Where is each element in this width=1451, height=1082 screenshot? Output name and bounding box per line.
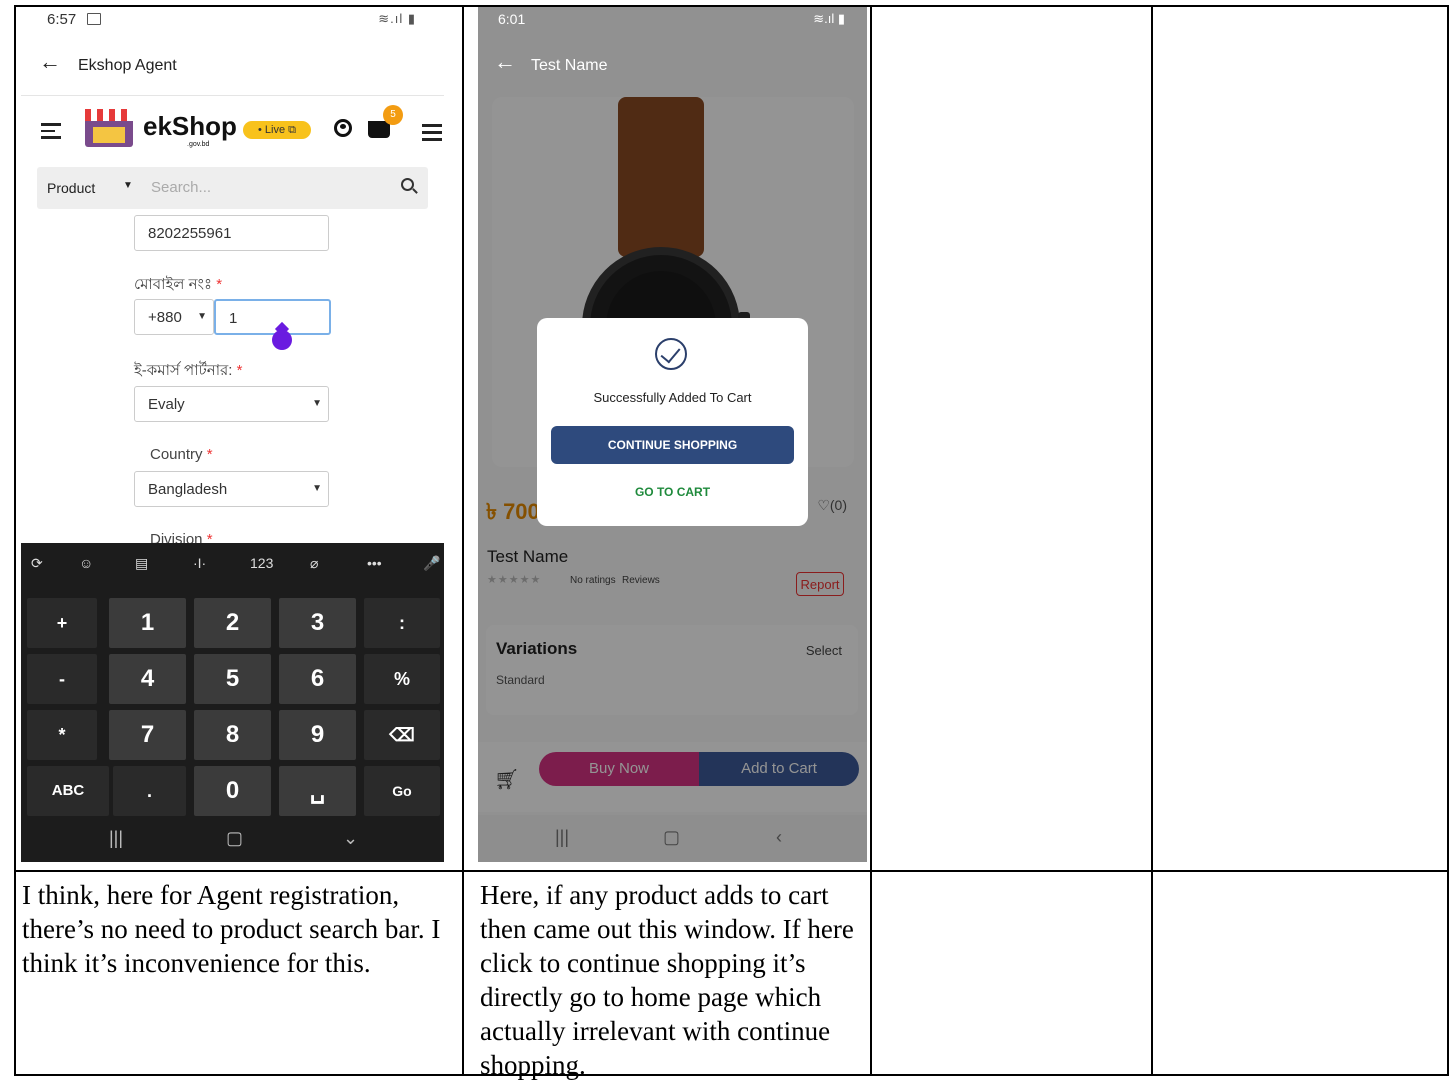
keyboard-toolbar: ⟳ ☺ ▤ ·I· 123 ⌀ ••• 🎤 <box>21 543 444 587</box>
key-space[interactable]: ␣ <box>279 766 356 816</box>
chevron-down-icon: ▼ <box>123 180 133 191</box>
recents-icon[interactable]: ||| <box>109 828 123 849</box>
key-1[interactable]: 1 <box>109 598 186 648</box>
chevron-down-icon: ▼ <box>312 398 322 409</box>
status-time: 6:01 <box>498 11 526 27</box>
system-nav-bar: ||| ▢ ⌄ <box>21 818 444 862</box>
key-3[interactable]: 3 <box>279 598 356 648</box>
country-label: Country * <box>150 446 213 463</box>
country-select[interactable]: Bangladesh ▼ <box>134 471 329 507</box>
key-9[interactable]: 9 <box>279 710 356 760</box>
status-bar: 6:57 ≋.ıl ▮ <box>21 7 444 37</box>
text-edit-icon[interactable]: ·I· <box>193 555 206 571</box>
key-percent[interactable]: % <box>364 654 440 704</box>
logo-text[interactable]: ekShop <box>143 111 237 142</box>
app-bar: ← Ekshop Agent <box>21 37 444 96</box>
backspace-icon[interactable]: ⌫ <box>364 710 440 760</box>
chevron-down-icon[interactable]: ⌄ <box>343 828 358 849</box>
search-icon[interactable] <box>401 178 414 191</box>
app-title: Test Name <box>531 57 608 74</box>
key-6[interactable]: 6 <box>279 654 356 704</box>
product-search-bar[interactable]: Product ▼ Search... <box>37 167 428 209</box>
emoji-icon[interactable]: ☺ <box>79 555 93 571</box>
handwriting-icon[interactable]: ⌀ <box>310 555 318 572</box>
app-bar: ← Test Name <box>478 35 867 91</box>
check-circle-icon <box>655 338 687 370</box>
column-divider <box>870 7 872 1074</box>
key-asterisk[interactable]: * <box>27 710 97 760</box>
logo-subtext: .gov.bd <box>187 141 210 148</box>
site-header: ekShop .gov.bd • Live ⧉ 5 <box>21 97 444 162</box>
gallery-icon <box>87 13 101 25</box>
key-abc[interactable]: ABC <box>27 766 109 816</box>
screenshot-agent-registration: 6:57 ≋.ıl ▮ ← Ekshop Agent ekShop .gov.b… <box>21 7 444 862</box>
signal-icon: ≋.ıl ▮ <box>813 11 845 26</box>
key-4[interactable]: 4 <box>109 654 186 704</box>
menu-icon[interactable] <box>422 124 442 145</box>
key-dot[interactable]: . <box>113 766 186 816</box>
key-plus[interactable]: + <box>27 598 97 648</box>
clipboard-icon[interactable]: ▤ <box>135 555 148 572</box>
column-divider <box>1151 7 1153 1074</box>
country-code-value: +880 <box>148 309 182 326</box>
key-2[interactable]: 2 <box>194 598 271 648</box>
key-0[interactable]: 0 <box>194 766 271 816</box>
live-badge[interactable]: • Live ⧉ <box>243 121 311 139</box>
added-to-cart-dialog: Successfully Added To Cart CONTINUE SHOP… <box>537 318 808 526</box>
country-value: Bangladesh <box>148 481 228 498</box>
comment-agent-registration: I think, here for Agent registration, th… <box>22 880 441 978</box>
numeric-keyboard: ⟳ ☺ ▤ ·I· 123 ⌀ ••• 🎤 + 1 2 3 : - 4 5 6 … <box>21 543 444 862</box>
nid-value: 8202255961 <box>148 225 232 242</box>
key-colon[interactable]: : <box>364 598 440 648</box>
cart-icon[interactable] <box>368 121 390 138</box>
go-to-cart-button[interactable]: GO TO CART <box>537 485 808 499</box>
search-category[interactable]: Product <box>47 180 95 196</box>
mobile-number-input[interactable]: 1 <box>214 299 331 335</box>
chevron-down-icon: ▼ <box>312 483 322 494</box>
more-icon[interactable]: ••• <box>367 555 382 571</box>
user-icon[interactable] <box>334 119 352 137</box>
partner-value: Evaly <box>148 396 185 413</box>
nid-field[interactable]: 8202255961 <box>134 215 329 251</box>
screenshot-added-to-cart: ৳ 700 ♡(0) Test Name ★★★★★ No ratings Re… <box>478 7 867 862</box>
chevron-down-icon: ▼ <box>197 311 207 322</box>
app-title: Ekshop Agent <box>78 57 177 74</box>
key-7[interactable]: 7 <box>109 710 186 760</box>
cart-count-badge: 5 <box>383 105 403 125</box>
back-arrow-icon[interactable]: ← <box>39 49 61 75</box>
microphone-icon[interactable]: 🎤 <box>423 555 440 572</box>
shop-logo-icon <box>85 109 133 147</box>
column-divider <box>462 7 464 1074</box>
text-cursor-handle[interactable] <box>272 330 292 350</box>
sidebar-menu-icon[interactable] <box>41 123 61 143</box>
numbers-toggle[interactable]: 123 <box>250 555 273 571</box>
key-8[interactable]: 8 <box>194 710 271 760</box>
home-icon[interactable]: ▢ <box>226 828 243 849</box>
row-divider <box>16 870 1447 872</box>
partner-select[interactable]: Evaly ▼ <box>134 386 329 422</box>
continue-shopping-button[interactable]: CONTINUE SHOPPING <box>551 426 794 464</box>
key-minus[interactable]: - <box>27 654 97 704</box>
comment-continue-shopping: Here, if any product adds to cart then c… <box>480 880 854 1080</box>
search-input[interactable]: Search... <box>151 179 211 196</box>
translate-icon[interactable]: ⟳ <box>31 555 43 572</box>
key-go[interactable]: Go <box>364 766 440 816</box>
status-time: 6:57 <box>47 11 77 28</box>
dialog-message: Successfully Added To Cart <box>593 390 752 405</box>
country-code-select[interactable]: +880 ▼ <box>134 299 214 335</box>
signal-icon: ≋.ıl ▮ <box>378 11 416 26</box>
mobile-number-value: 1 <box>229 310 238 327</box>
status-bar: 6:01 ≋.ıl ▮ <box>478 7 867 35</box>
partner-label: ই-কমার্স পার্টনার: * <box>134 362 243 379</box>
key-5[interactable]: 5 <box>194 654 271 704</box>
mobile-label: মোবাইল নংঃ * <box>134 276 223 293</box>
back-arrow-icon[interactable]: ← <box>494 49 516 75</box>
